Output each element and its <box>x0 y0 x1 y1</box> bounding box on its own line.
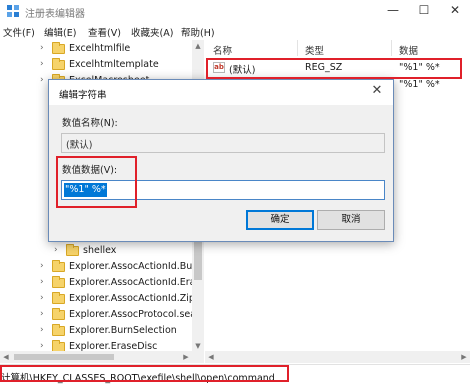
expand-chevron-icon[interactable]: › <box>40 293 44 303</box>
tree-item-label: Excelhtmltemplate <box>69 59 159 70</box>
folder-icon <box>52 58 65 70</box>
expand-chevron-icon[interactable]: › <box>40 261 44 271</box>
menu-help[interactable]: 帮助(H) <box>181 25 215 39</box>
expand-chevron-icon[interactable]: › <box>40 43 44 53</box>
title-bar: 注册表编辑器 — ☐ ✕ <box>0 0 470 22</box>
column-divider[interactable] <box>297 40 298 56</box>
expand-chevron-icon[interactable]: › <box>40 59 44 69</box>
tree-item[interactable]: › Explorer.BurnSelection <box>0 323 192 339</box>
values-horizontal-scrollbar[interactable]: ◀ ▶ <box>205 351 470 363</box>
folder-icon <box>52 276 65 288</box>
column-header-type[interactable]: 类型 <box>305 43 324 57</box>
expand-chevron-icon[interactable]: › <box>40 325 44 335</box>
dialog-close-icon[interactable]: ✕ <box>369 83 385 99</box>
scroll-right-arrow-icon[interactable]: ▶ <box>458 351 470 363</box>
column-header-data[interactable]: 数据 <box>399 43 418 57</box>
highlight-default-value <box>206 58 462 79</box>
tree-horizontal-scrollbar[interactable]: ◀ ▶ <box>0 351 204 363</box>
expand-chevron-icon[interactable]: › <box>40 75 44 85</box>
tree-item-label: Explorer.AssocActionId.Zip <box>69 293 195 304</box>
expand-chevron-icon[interactable]: › <box>40 309 44 319</box>
tree-item[interactable]: › Explorer.AssocActionId.Era <box>0 275 196 291</box>
tree-item-label: Explorer.AssocActionId.Era <box>69 277 196 288</box>
folder-icon <box>52 308 65 320</box>
column-header-name[interactable]: 名称 <box>213 43 232 57</box>
folder-icon <box>52 292 65 304</box>
expand-chevron-icon[interactable]: › <box>40 341 44 351</box>
menu-bar: 文件(F) 编辑(E) 查看(V) 收藏夹(A) 帮助(H) <box>0 23 470 39</box>
expand-chevron-icon[interactable]: › <box>54 245 58 255</box>
scroll-right-arrow-icon[interactable]: ▶ <box>180 351 192 363</box>
tree-item-label: Explorer.AssocProtocol.sea <box>69 309 197 320</box>
maximize-button[interactable]: ☐ <box>414 2 434 18</box>
value-name-label: 数值名称(N): <box>62 118 118 129</box>
scroll-up-arrow-icon[interactable]: ▲ <box>192 40 204 52</box>
cancel-button[interactable]: 取消 <box>317 210 385 230</box>
tree-item[interactable]: › Explorer.AssocProtocol.sea <box>0 307 196 323</box>
window-title: 注册表编辑器 <box>25 9 85 20</box>
tree-item-label: Explorer.AssocActionId.Bur <box>69 261 197 272</box>
tree-item-label: Excelhtmlfile <box>69 43 131 54</box>
tree-item-label: Explorer.BurnSelection <box>69 325 177 336</box>
scroll-thumb[interactable] <box>14 354 114 360</box>
tree-item[interactable]: › Explorer.AssocActionId.Zip <box>0 291 195 307</box>
folder-icon <box>66 244 79 256</box>
dialog-title: 编辑字符串 <box>59 90 107 101</box>
minimize-button[interactable]: — <box>383 2 403 18</box>
column-divider[interactable] <box>391 40 392 56</box>
menu-edit[interactable]: 编辑(E) <box>44 25 76 39</box>
value-name-field: (默认) <box>61 133 385 153</box>
folder-icon <box>52 324 65 336</box>
scroll-left-arrow-icon[interactable]: ◀ <box>205 351 217 363</box>
tree-item-label: shellex <box>83 245 117 256</box>
tree-item[interactable]: › shellex <box>0 243 192 259</box>
menu-view[interactable]: 查看(V) <box>88 25 121 39</box>
folder-icon <box>52 42 65 54</box>
menu-favorites[interactable]: 收藏夹(A) <box>131 25 173 39</box>
scroll-left-arrow-icon[interactable]: ◀ <box>0 351 12 363</box>
regedit-icon <box>7 5 19 17</box>
menu-file[interactable]: 文件(F) <box>3 25 35 39</box>
close-window-button[interactable]: ✕ <box>445 2 465 18</box>
highlight-registry-path <box>0 365 289 382</box>
expand-chevron-icon[interactable]: › <box>40 277 44 287</box>
highlight-value-data <box>56 156 137 208</box>
value-data: "%1" %* <box>399 79 440 90</box>
tree-item[interactable]: › Excelhtmlfile <box>0 41 192 57</box>
tree-item[interactable]: › Excelhtmltemplate <box>0 57 192 73</box>
folder-icon <box>52 260 65 272</box>
tree-item[interactable]: › Explorer.AssocActionId.Bur <box>0 259 196 275</box>
ok-button[interactable]: 确定 <box>246 210 314 230</box>
